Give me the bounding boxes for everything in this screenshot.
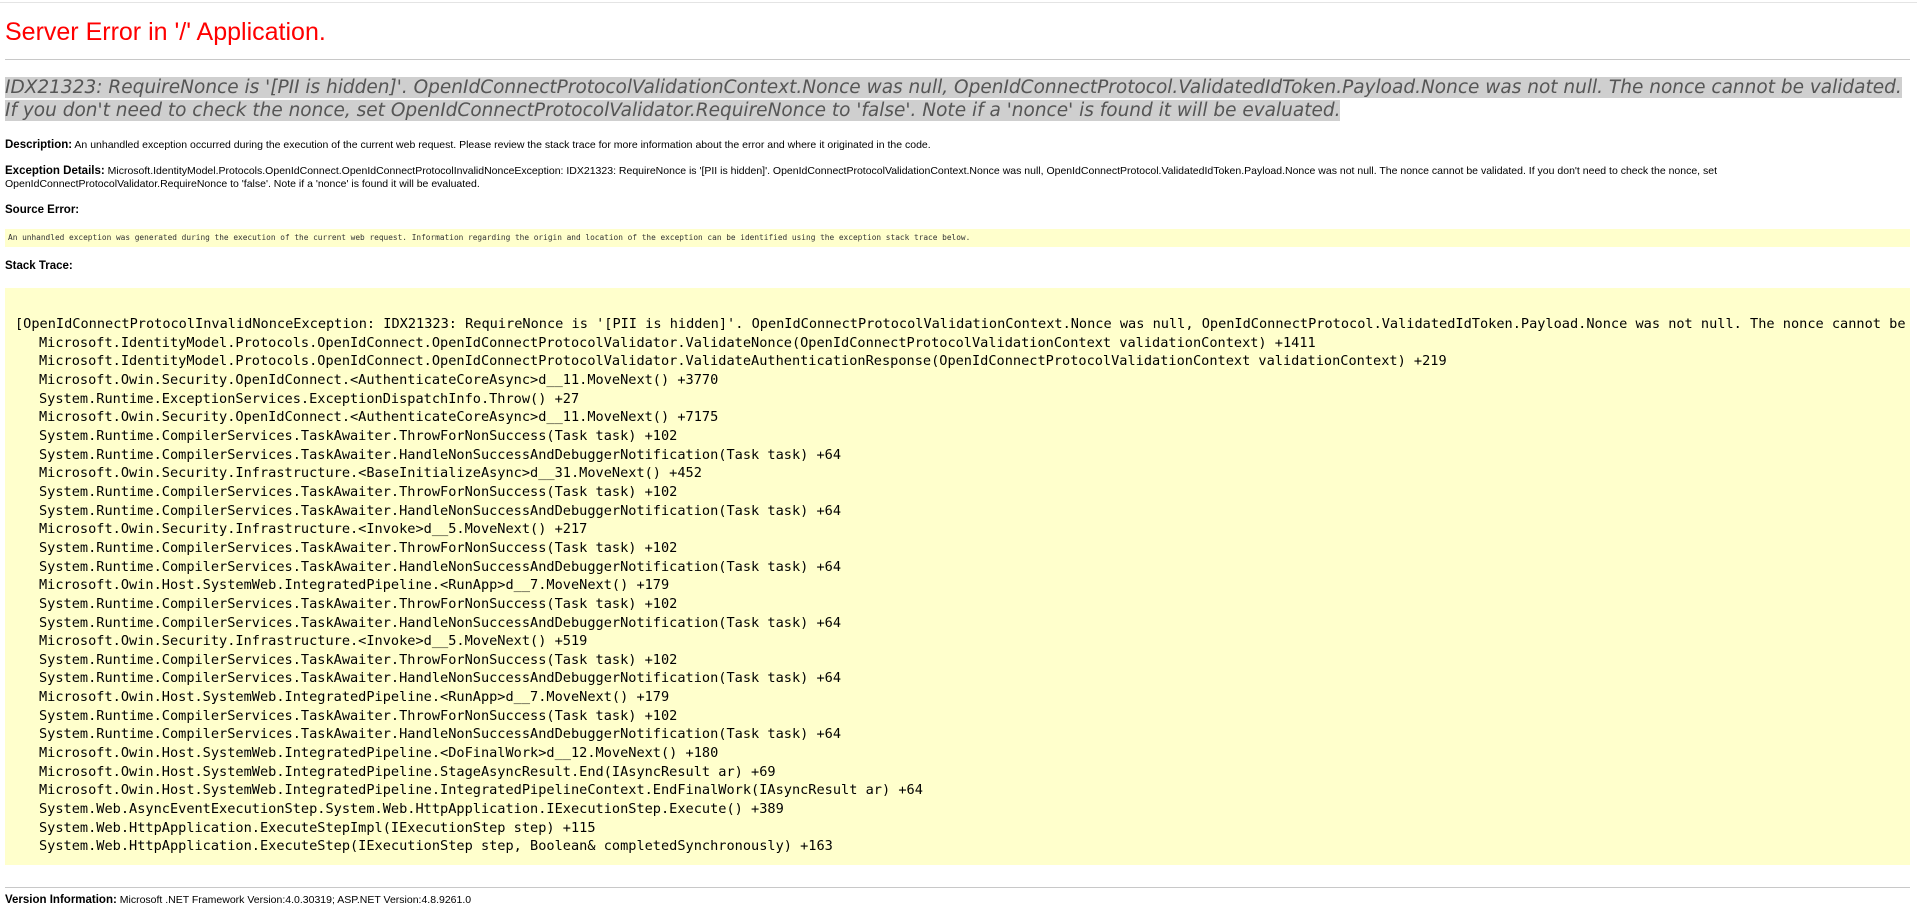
stack-trace-text: [OpenIdConnectProtocolInvalidNonceExcept… [5, 288, 1910, 856]
stack-frame: System.Runtime.CompilerServices.TaskAwai… [39, 427, 678, 444]
description-section: Description: An unhandled exception occu… [5, 139, 1905, 152]
top-border [0, 2, 1917, 3]
stack-frame: System.Runtime.CompilerServices.TaskAwai… [39, 726, 842, 743]
source-error-text: An unhandled exception was generated dur… [8, 233, 971, 242]
source-error-label: Source Error: [5, 204, 80, 216]
stack-trace-box: [OpenIdConnectProtocolInvalidNonceExcept… [5, 288, 1910, 865]
description-text: An unhandled exception occurred during t… [72, 139, 931, 151]
stack-frame: Microsoft.Owin.Security.Infrastructure.<… [39, 521, 588, 538]
stack-frame: System.Runtime.CompilerServices.TaskAwai… [39, 483, 678, 500]
stack-frame: System.Runtime.CompilerServices.TaskAwai… [39, 651, 678, 668]
stack-frame: Microsoft.Owin.Security.OpenIdConnect.<A… [39, 371, 719, 388]
stack-frame: System.Web.AsyncEventExecutionStep.Syste… [39, 801, 784, 818]
error-message-text: IDX21323: RequireNonce is '[PII is hidde… [5, 77, 1902, 121]
stack-frame: Microsoft.Owin.Host.SystemWeb.Integrated… [39, 782, 923, 799]
source-error-heading: Source Error: [5, 204, 1905, 217]
stack-frame: Microsoft.Owin.Security.Infrastructure.<… [39, 633, 588, 650]
stack-frame: System.Runtime.ExceptionServices.Excepti… [39, 390, 580, 407]
version-information-section: Version Information: Microsoft .NET Fram… [5, 894, 1905, 907]
stack-frame: System.Runtime.CompilerServices.TaskAwai… [39, 614, 842, 631]
stack-frame: System.Runtime.CompilerServices.TaskAwai… [39, 558, 842, 575]
stack-frame: System.Runtime.CompilerServices.TaskAwai… [39, 707, 678, 724]
stack-trace-heading: Stack Trace: [5, 260, 1905, 273]
version-divider [5, 887, 1910, 888]
stack-frame: System.Web.HttpApplication.ExecuteStepIm… [39, 819, 596, 836]
error-message: IDX21323: RequireNonce is '[PII is hidde… [5, 76, 1905, 122]
stack-trace-header: [OpenIdConnectProtocolInvalidNonceExcept… [15, 316, 1906, 332]
stack-trace-label: Stack Trace: [5, 260, 73, 272]
description-label: Description: [5, 139, 73, 151]
stack-frame: Microsoft.IdentityModel.Protocols.OpenId… [39, 353, 1447, 370]
stack-frame: System.Runtime.CompilerServices.TaskAwai… [39, 446, 842, 463]
version-information-text: Microsoft .NET Framework Version:4.0.303… [116, 894, 472, 906]
stack-frame: Microsoft.IdentityModel.Protocols.OpenId… [39, 334, 1316, 351]
stack-frame: Microsoft.Owin.Host.SystemWeb.Integrated… [39, 577, 670, 594]
stack-frame: System.Runtime.CompilerServices.TaskAwai… [39, 502, 842, 519]
source-error-box: An unhandled exception was generated dur… [5, 229, 1910, 247]
exception-details-label: Exception Details: [5, 165, 105, 177]
page-title: Server Error in '/' Application. [5, 18, 326, 46]
stack-frame: System.Runtime.CompilerServices.TaskAwai… [39, 539, 678, 556]
stack-frame: Microsoft.Owin.Security.Infrastructure.<… [39, 465, 702, 482]
version-information-label: Version Information: [5, 894, 117, 906]
exception-details-text: Microsoft.IdentityModel.Protocols.OpenId… [5, 165, 1718, 190]
title-divider [5, 59, 1910, 60]
exception-details-section: Exception Details: Microsoft.IdentityMod… [5, 165, 1905, 191]
stack-frame: Microsoft.Owin.Host.SystemWeb.Integrated… [39, 763, 776, 780]
stack-frame: System.Runtime.CompilerServices.TaskAwai… [39, 670, 842, 687]
stack-frame: System.Web.HttpApplication.ExecuteStep(I… [39, 838, 833, 855]
stack-frame: Microsoft.Owin.Host.SystemWeb.Integrated… [39, 745, 719, 762]
stack-frame: Microsoft.Owin.Security.OpenIdConnect.<A… [39, 409, 719, 426]
stack-frame: System.Runtime.CompilerServices.TaskAwai… [39, 595, 678, 612]
stack-frame: Microsoft.Owin.Host.SystemWeb.Integrated… [39, 689, 670, 706]
